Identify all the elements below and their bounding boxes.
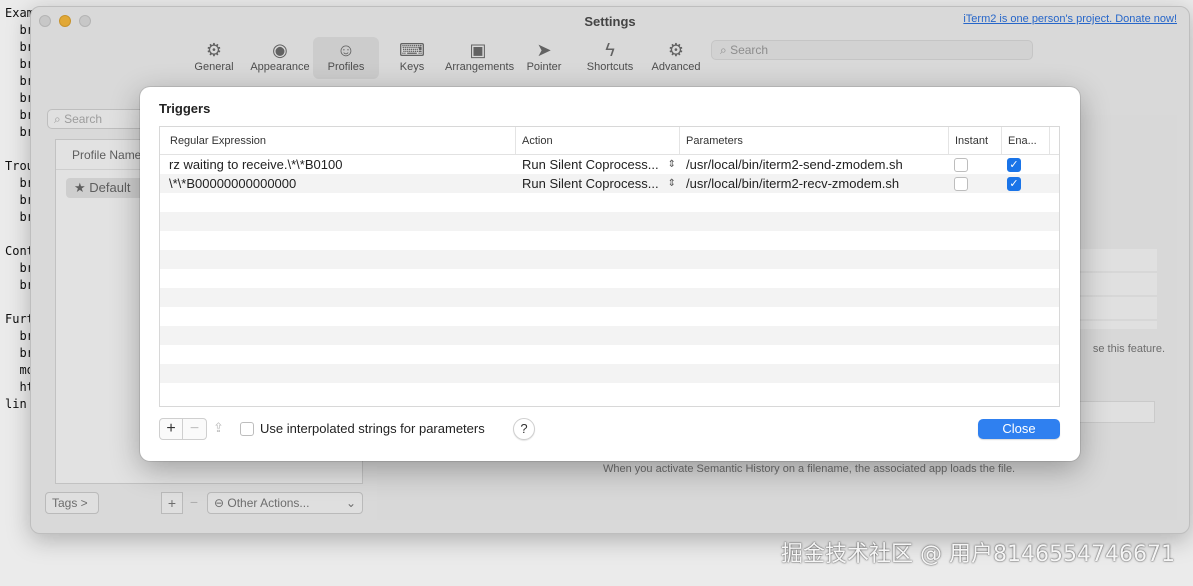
- add-remove-segmented: + −: [159, 418, 207, 440]
- triggers-sheet: Triggers Regular Expression Action Param…: [140, 87, 1080, 461]
- empty-row: [160, 231, 1059, 250]
- action-popup[interactable]: Run Silent Coprocess... ⇕: [516, 174, 680, 193]
- empty-row: [160, 383, 1059, 402]
- column-header-instant[interactable]: Instant: [949, 127, 1002, 154]
- interpolated-strings-label: Use interpolated strings for parameters: [260, 421, 485, 436]
- watermark: 掘金技术社区 @ 用户8146554746671: [781, 542, 1175, 567]
- table-rows: rz waiting to receive.\*\*B0100 Run Silen…: [160, 155, 1059, 402]
- action-popup[interactable]: Run Silent Coprocess... ⇕: [516, 155, 680, 174]
- action-label: Run Silent Coprocess...: [522, 176, 659, 191]
- empty-row: [160, 269, 1059, 288]
- add-trigger-button[interactable]: +: [160, 419, 184, 439]
- empty-row: [160, 212, 1059, 231]
- column-header-action[interactable]: Action: [516, 127, 680, 154]
- interpolated-strings-checkbox[interactable]: [240, 422, 254, 436]
- remove-trigger-button[interactable]: −: [183, 419, 206, 439]
- updown-chevron-icon: ⇕: [667, 159, 676, 170]
- column-header-regex[interactable]: Regular Expression: [160, 127, 516, 154]
- regex-cell[interactable]: \*\*B00000000000000: [160, 174, 516, 193]
- column-header-parameters[interactable]: Parameters: [680, 127, 949, 154]
- empty-row: [160, 326, 1059, 345]
- table-row[interactable]: \*\*B00000000000000 Run Silent Coprocess.…: [160, 174, 1059, 193]
- empty-row: [160, 288, 1059, 307]
- instant-cell: [949, 155, 1002, 174]
- instant-checkbox[interactable]: [954, 176, 968, 191]
- instant-cell: [949, 174, 1002, 193]
- enabled-checkbox[interactable]: ✓: [1007, 157, 1021, 172]
- empty-row: [160, 193, 1059, 212]
- enabled-cell: ✓: [1002, 174, 1050, 193]
- help-button[interactable]: ?: [513, 418, 535, 440]
- share-icon[interactable]: ⇪: [213, 420, 224, 436]
- enabled-checkbox[interactable]: ✓: [1007, 176, 1021, 191]
- table-row[interactable]: rz waiting to receive.\*\*B0100 Run Silen…: [160, 155, 1059, 174]
- updown-chevron-icon: ⇕: [667, 178, 676, 189]
- regex-cell[interactable]: rz waiting to receive.\*\*B0100: [160, 155, 516, 174]
- table-header: Regular Expression Action Parameters Ins…: [160, 127, 1059, 155]
- triggers-table: Regular Expression Action Parameters Ins…: [159, 126, 1060, 407]
- column-header-enabled[interactable]: Ena...: [1002, 127, 1050, 154]
- empty-row: [160, 345, 1059, 364]
- sheet-title: Triggers: [159, 101, 211, 116]
- parameters-cell[interactable]: /usr/local/bin/iterm2-recv-zmodem.sh: [680, 174, 949, 193]
- empty-row: [160, 364, 1059, 383]
- enabled-cell: ✓: [1002, 155, 1050, 174]
- sheet-footer: + − ⇪ Use interpolated strings for param…: [159, 417, 1060, 443]
- empty-row: [160, 307, 1059, 326]
- empty-row: [160, 250, 1059, 269]
- action-label: Run Silent Coprocess...: [522, 157, 659, 172]
- parameters-cell[interactable]: /usr/local/bin/iterm2-send-zmodem.sh: [680, 155, 949, 174]
- close-button[interactable]: Close: [978, 419, 1060, 439]
- instant-checkbox[interactable]: [954, 157, 968, 172]
